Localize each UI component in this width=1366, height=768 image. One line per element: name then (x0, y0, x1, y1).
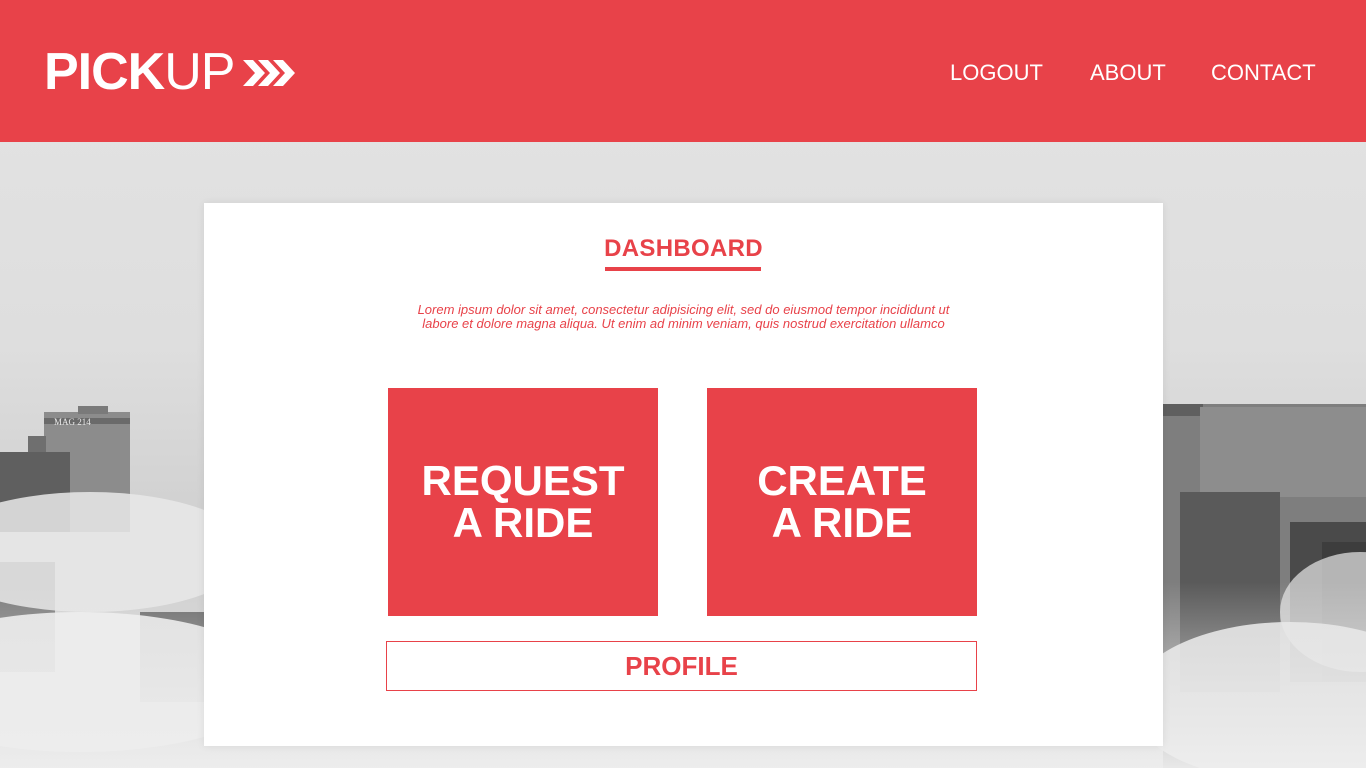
request-ride-label-line-1: REQUEST (421, 457, 625, 504)
request-ride-label-line-2: A RIDE (452, 499, 594, 546)
description-line-2: labore et dolore magna aliqua. Ut enim a… (422, 316, 945, 331)
title-underline (605, 267, 761, 271)
brand-logo[interactable]: PICK UP (44, 44, 297, 100)
request-ride-label: REQUEST A RIDE (403, 460, 643, 544)
logo-text-bold: PICK (44, 43, 165, 101)
request-ride-button[interactable]: REQUEST A RIDE (388, 388, 658, 616)
nav-contact-link[interactable]: CONTACT (1211, 58, 1316, 88)
dashboard-card: DASHBOARD Lorem ipsum dolor sit amet, co… (204, 203, 1163, 746)
profile-button[interactable]: PROFILE (386, 641, 977, 691)
nav-about-link[interactable]: ABOUT (1090, 58, 1166, 88)
building-sign: MAG 214 (54, 417, 91, 427)
create-ride-label-line-2: A RIDE (771, 499, 913, 546)
description-line-1: Lorem ipsum dolor sit amet, consectetur … (417, 302, 950, 317)
logo-text-light: UP (164, 43, 235, 101)
top-header: PICK UP LOGOUT ABOUT CONTACT (0, 0, 1366, 142)
nav-logout-link[interactable]: LOGOUT (950, 58, 1043, 88)
triple-chevron-right-icon (242, 60, 295, 86)
create-ride-button[interactable]: CREATE A RIDE (707, 388, 977, 616)
dashboard-description: Lorem ipsum dolor sit amet, consectetur … (394, 303, 973, 331)
create-ride-label-line-1: CREATE (757, 457, 927, 504)
create-ride-label: CREATE A RIDE (722, 460, 962, 544)
dashboard-title: DASHBOARD (604, 235, 763, 262)
